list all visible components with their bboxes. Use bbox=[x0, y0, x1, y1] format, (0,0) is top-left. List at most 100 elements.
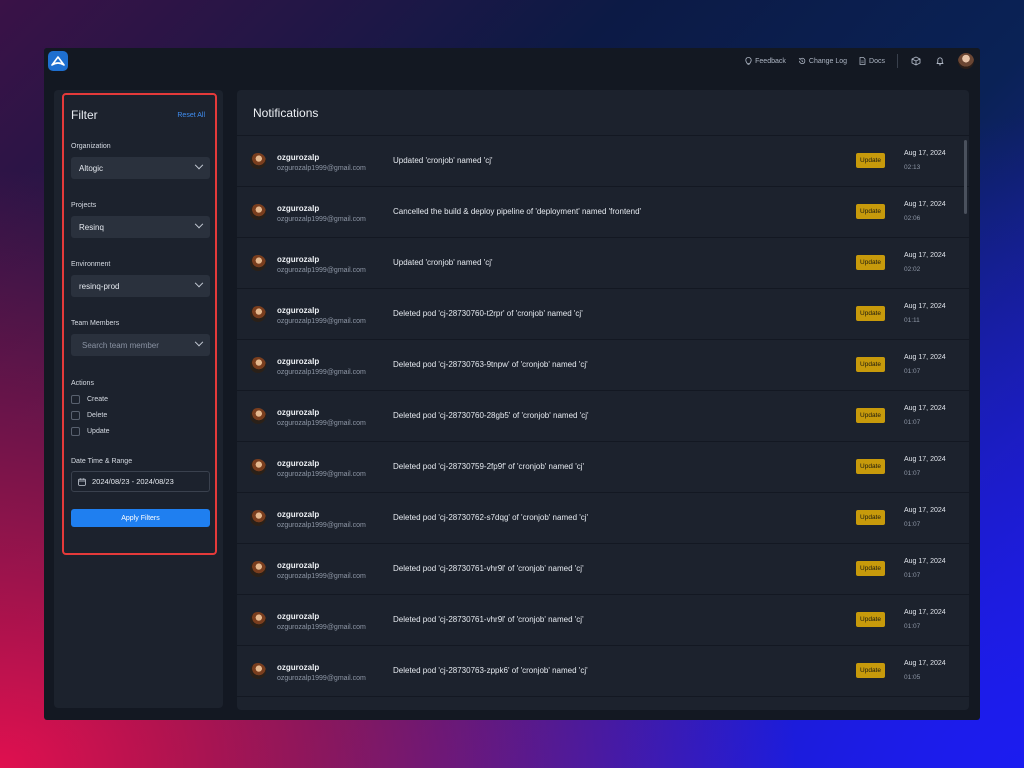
chevron-down-icon bbox=[194, 278, 204, 288]
notification-time: 01:07 bbox=[904, 419, 921, 426]
action-badge: Update bbox=[856, 612, 885, 627]
notification-item[interactable]: ozgurozalp ozgurozalp1999@gmail.com Dele… bbox=[237, 442, 969, 493]
notification-date: Aug 17, 2024 bbox=[904, 660, 946, 667]
notification-user: ozgurozalp bbox=[277, 510, 320, 519]
notification-user: ozgurozalp bbox=[277, 459, 320, 468]
bell-icon[interactable] bbox=[934, 55, 946, 67]
date-range-picker[interactable]: 2024/08/23 - 2024/08/23 bbox=[71, 471, 210, 492]
notification-message: Deleted pod 'cj-28730763-zppk6' of 'cron… bbox=[393, 666, 588, 675]
notification-time: 02:13 bbox=[904, 164, 921, 171]
notification-date: Aug 17, 2024 bbox=[904, 507, 946, 514]
app-logo-icon[interactable] bbox=[48, 51, 68, 71]
notification-item[interactable]: ozgurozalp ozgurozalp1999@gmail.com Upda… bbox=[237, 238, 969, 289]
action-badge: Update bbox=[856, 306, 885, 321]
notification-item[interactable]: ozgurozalp ozgurozalp1999@gmail.com Dele… bbox=[237, 595, 969, 646]
feedback-link[interactable]: Feedback bbox=[745, 57, 786, 65]
notification-item[interactable]: ozgurozalp ozgurozalp1999@gmail.com Dele… bbox=[237, 544, 969, 595]
action-badge: Update bbox=[856, 153, 885, 168]
notification-email: ozgurozalp1999@gmail.com bbox=[277, 165, 366, 172]
notification-email: ozgurozalp1999@gmail.com bbox=[277, 267, 366, 274]
user-avatar bbox=[250, 663, 266, 679]
checkbox-box[interactable] bbox=[71, 410, 80, 420]
notification-item[interactable]: ozgurozalp ozgurozalp1999@gmail.com Dele… bbox=[237, 646, 969, 697]
notification-email: ozgurozalp1999@gmail.com bbox=[277, 471, 366, 478]
notification-item[interactable]: ozgurozalp ozgurozalp1999@gmail.com Dele… bbox=[237, 391, 969, 442]
notification-user: ozgurozalp bbox=[277, 255, 320, 264]
notification-user: ozgurozalp bbox=[277, 408, 320, 417]
notification-message: Deleted pod 'cj-28730761-vhr9l' of 'cron… bbox=[393, 615, 584, 624]
notification-user: ozgurozalp bbox=[277, 357, 320, 366]
notification-item[interactable]: ozgurozalp ozgurozalp1999@gmail.com Dele… bbox=[237, 340, 969, 391]
notifications-title: Notifications bbox=[237, 90, 969, 136]
notification-message: Deleted pod 'cj-28730760-28gb5' of 'cron… bbox=[393, 411, 589, 420]
notification-time: 01:07 bbox=[904, 623, 921, 630]
apply-filters-button[interactable]: Apply Filters bbox=[71, 509, 210, 527]
action-badge: Update bbox=[856, 663, 885, 678]
notification-user: ozgurozalp bbox=[277, 561, 320, 570]
cube-icon[interactable] bbox=[910, 55, 922, 67]
notification-email: ozgurozalp1999@gmail.com bbox=[277, 369, 366, 376]
notification-time: 01:07 bbox=[904, 470, 921, 477]
notification-user: ozgurozalp bbox=[277, 204, 320, 213]
environment-label: Environment bbox=[71, 261, 111, 268]
notification-time: 01:07 bbox=[904, 521, 921, 528]
action-update-checkbox[interactable]: Update bbox=[71, 423, 210, 439]
user-avatar bbox=[250, 357, 266, 373]
app-window: Feedback Change Log Docs Filter Reset Al… bbox=[44, 48, 980, 720]
notification-user: ozgurozalp bbox=[277, 612, 320, 621]
notification-email: ozgurozalp1999@gmail.com bbox=[277, 420, 366, 427]
change-log-link[interactable]: Change Log bbox=[798, 57, 847, 65]
notification-item[interactable]: ozgurozalp ozgurozalp1999@gmail.com Dele… bbox=[237, 289, 969, 340]
notification-email: ozgurozalp1999@gmail.com bbox=[277, 522, 366, 529]
action-badge: Update bbox=[856, 510, 885, 525]
projects-select[interactable]: Resinq bbox=[71, 216, 210, 238]
scrollbar[interactable] bbox=[964, 140, 967, 214]
notification-date: Aug 17, 2024 bbox=[904, 252, 946, 259]
chevron-down-icon bbox=[194, 160, 204, 170]
feedback-icon bbox=[745, 57, 752, 65]
calendar-icon bbox=[78, 477, 86, 486]
filter-panel-highlight: Filter Reset All Organization Altogic Pr… bbox=[62, 93, 217, 555]
user-avatar[interactable] bbox=[958, 53, 974, 69]
user-avatar bbox=[250, 153, 266, 169]
reset-all-button[interactable]: Reset All bbox=[177, 112, 205, 119]
checkbox-label: Create bbox=[87, 395, 109, 403]
team-member-search-select[interactable]: Search team member bbox=[71, 334, 210, 356]
notification-message: Updated 'cronjob' named 'cj' bbox=[393, 156, 493, 165]
action-create-checkbox[interactable]: Create bbox=[71, 391, 210, 407]
notification-date: Aug 17, 2024 bbox=[904, 303, 946, 310]
user-avatar bbox=[250, 306, 266, 322]
action-badge: Update bbox=[856, 408, 885, 423]
notifications-list: ozgurozalp ozgurozalp1999@gmail.com Upda… bbox=[237, 136, 969, 697]
action-delete-checkbox[interactable]: Delete bbox=[71, 407, 210, 423]
change-log-label: Change Log bbox=[808, 57, 848, 65]
notification-email: ozgurozalp1999@gmail.com bbox=[277, 573, 366, 580]
action-badge: Update bbox=[856, 561, 885, 576]
user-avatar bbox=[250, 459, 266, 475]
notification-date: Aug 17, 2024 bbox=[904, 609, 946, 616]
notification-time: 01:05 bbox=[904, 674, 921, 681]
docs-link[interactable]: Docs bbox=[859, 57, 885, 65]
action-badge: Update bbox=[856, 357, 885, 372]
notification-date: Aug 17, 2024 bbox=[904, 456, 946, 463]
notification-item[interactable]: ozgurozalp ozgurozalp1999@gmail.com Dele… bbox=[237, 493, 969, 544]
projects-value: Resinq bbox=[79, 222, 104, 232]
notification-time: 01:07 bbox=[904, 572, 921, 579]
filter-header: Filter Reset All bbox=[71, 108, 210, 122]
team-members-label: Team Members bbox=[71, 320, 120, 327]
user-avatar bbox=[250, 612, 266, 628]
environment-select[interactable]: resinq-prod bbox=[71, 275, 210, 297]
filter-title: Filter bbox=[71, 108, 98, 122]
notification-item[interactable]: ozgurozalp ozgurozalp1999@gmail.com Upda… bbox=[237, 136, 969, 187]
organization-select[interactable]: Altogic bbox=[71, 157, 210, 179]
user-avatar bbox=[250, 255, 266, 271]
notification-time: 02:02 bbox=[904, 266, 921, 273]
notification-email: ozgurozalp1999@gmail.com bbox=[277, 675, 366, 682]
notification-time: 01:11 bbox=[904, 317, 920, 324]
notification-message: Cancelled the build & deploy pipeline of… bbox=[393, 207, 642, 216]
notification-message: Deleted pod 'cj-28730759-2fp9f' of 'cron… bbox=[393, 462, 585, 471]
actions-label: Actions bbox=[71, 380, 94, 387]
notification-item[interactable]: ozgurozalp ozgurozalp1999@gmail.com Canc… bbox=[237, 187, 969, 238]
checkbox-box[interactable] bbox=[71, 426, 80, 436]
checkbox-box[interactable] bbox=[71, 394, 80, 404]
